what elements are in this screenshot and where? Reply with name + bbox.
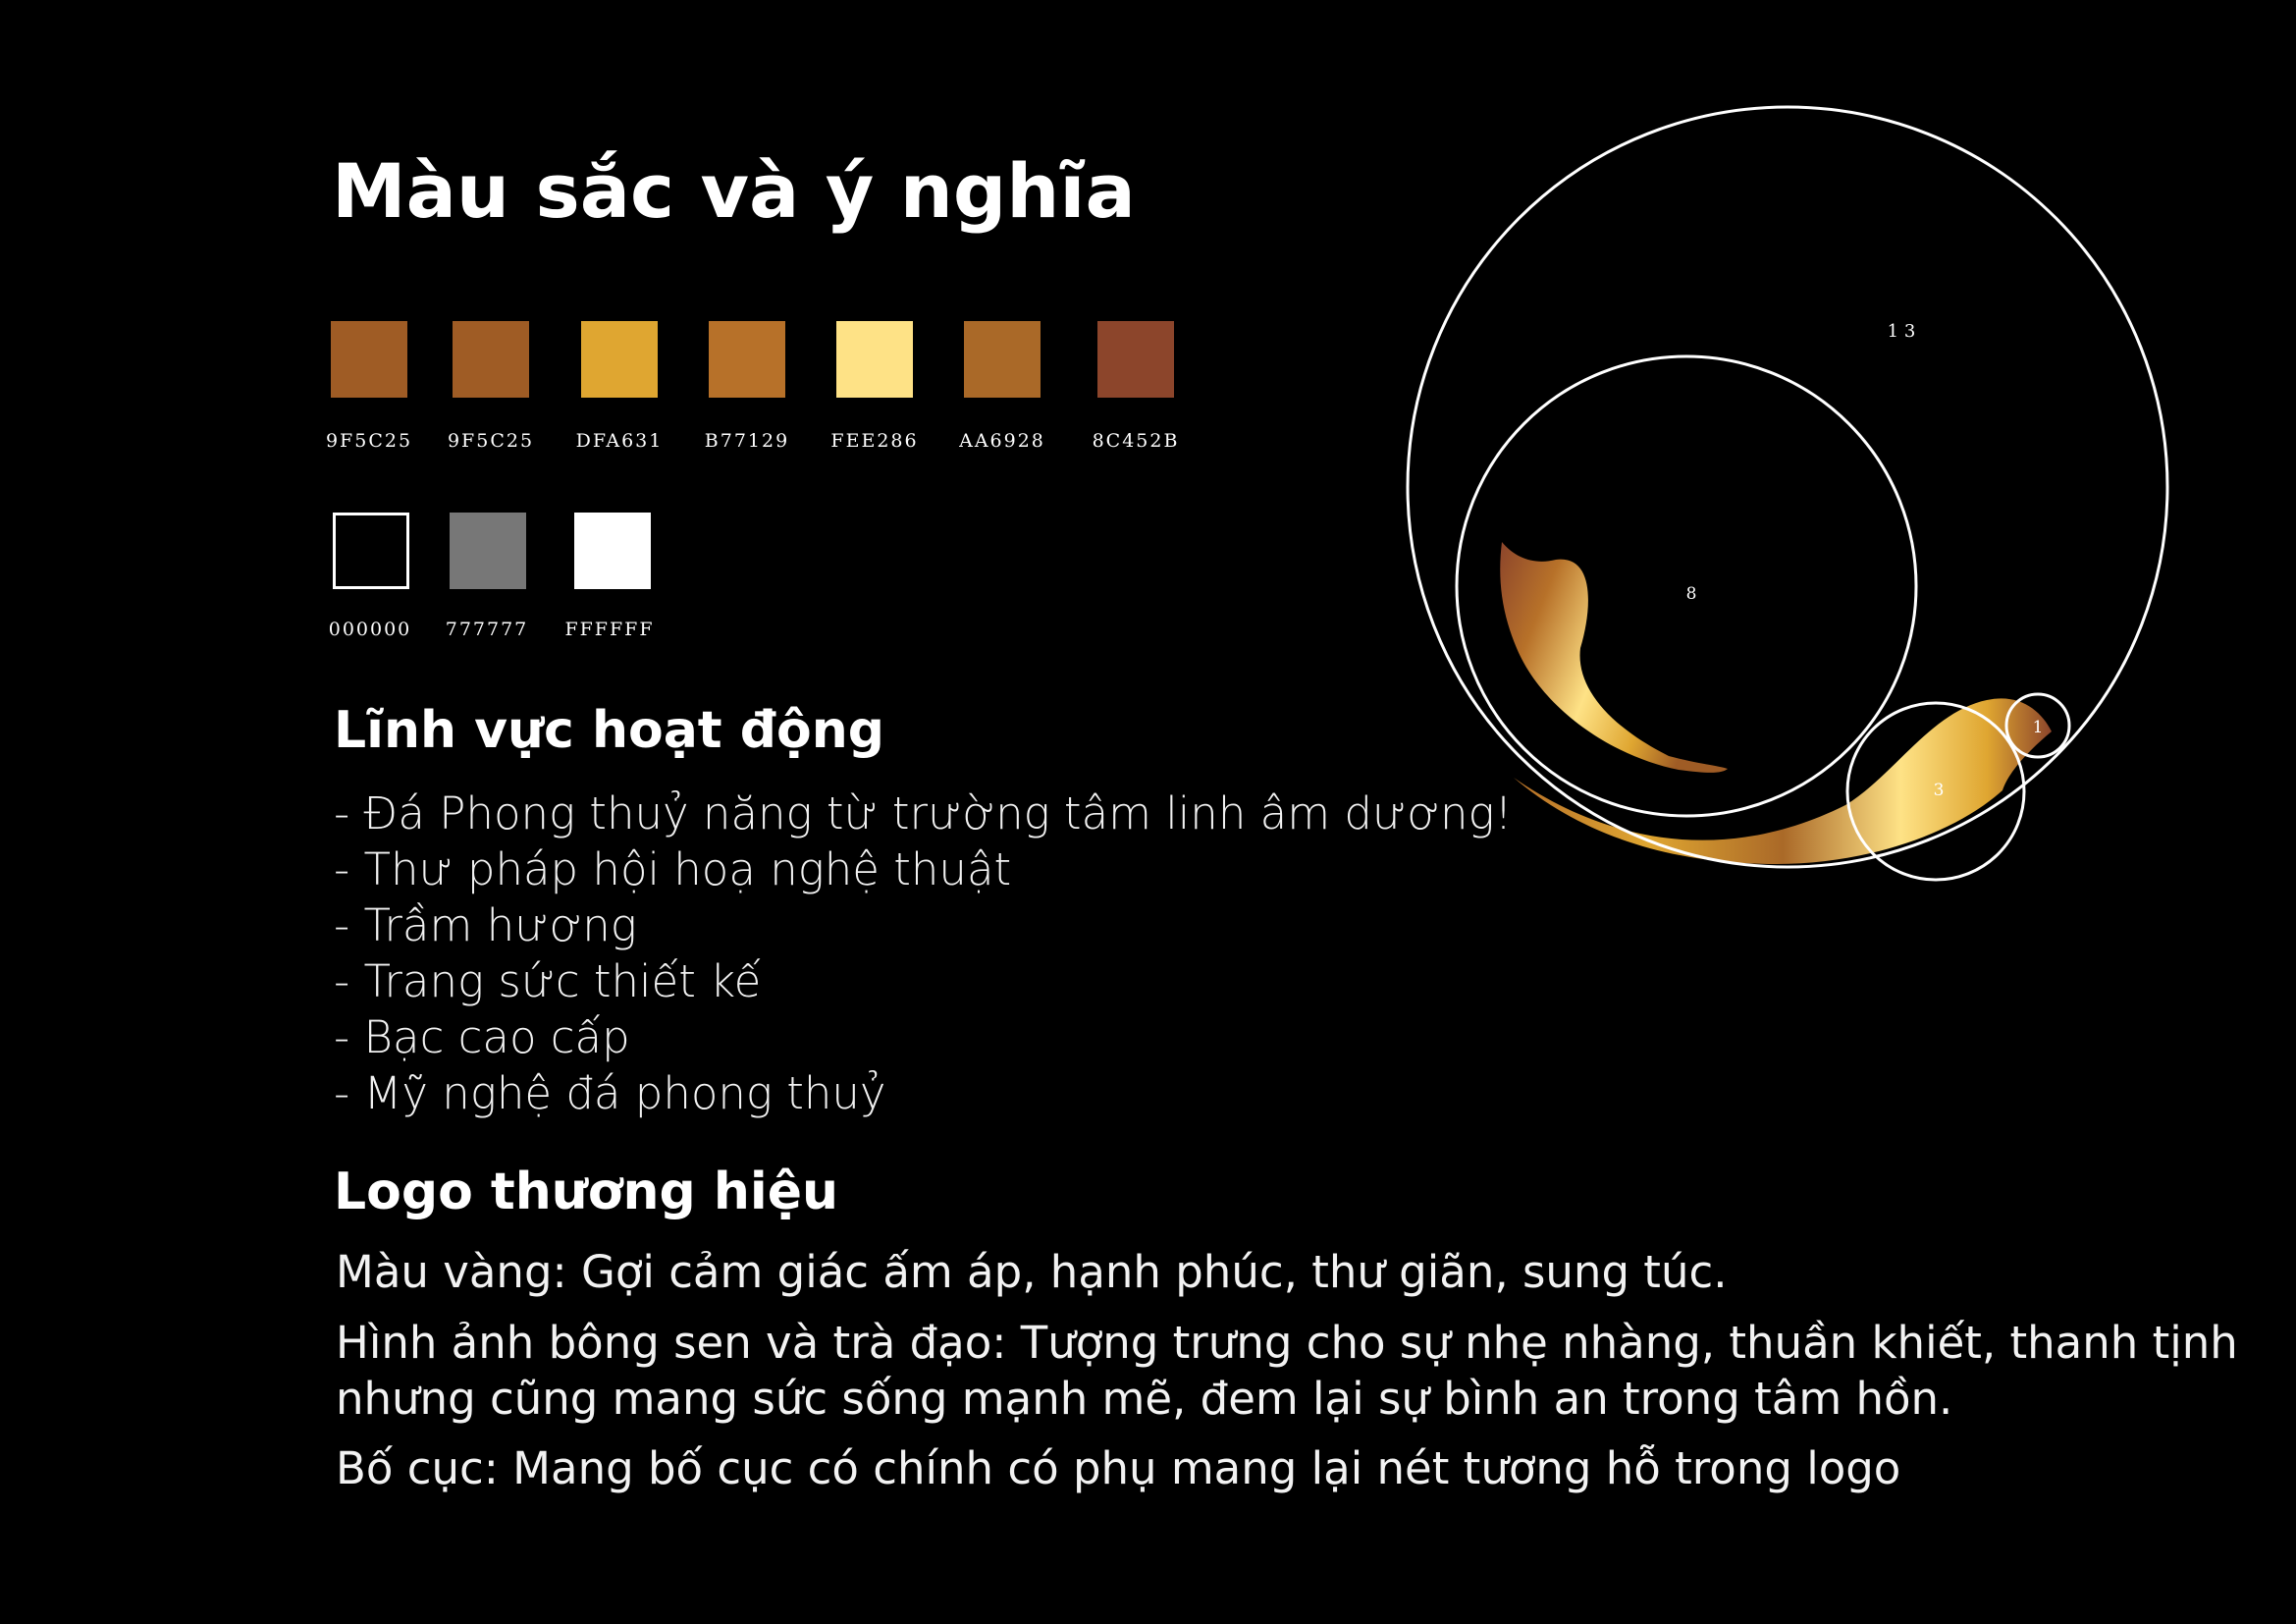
circle-label-3: 3 [1934,781,1945,800]
logo-leaf-shape [1500,542,1728,773]
circle-label-1: 1 [2033,718,2044,737]
golden-ratio-logo-diagram: 1 3 8 3 1 [1406,105,2169,882]
circle-label-13: 1 3 [1888,321,1916,342]
circle-label-8: 8 [1686,584,1697,604]
